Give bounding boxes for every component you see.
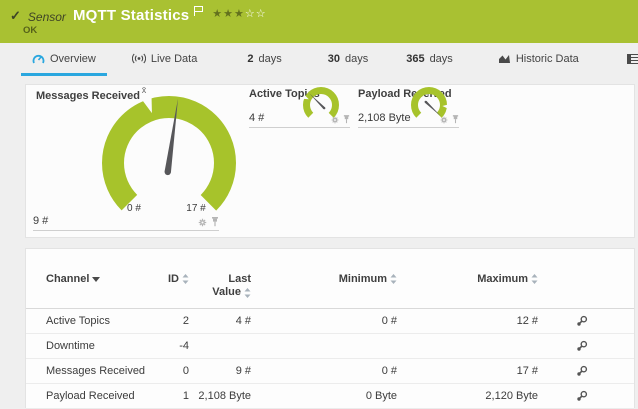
channel-last-value: 2,108 Byte (189, 390, 251, 402)
gauge-current-value: 2,108 Byte (358, 112, 411, 124)
channel-minimum: 0 # (251, 315, 397, 327)
tab-log[interactable]: Log (616, 44, 638, 76)
chart-icon (498, 53, 511, 64)
gauge-icon (32, 53, 45, 65)
channel-gear-icon[interactable] (198, 218, 207, 227)
tab-365-days[interactable]: 365 days (395, 44, 464, 76)
log-table-icon (627, 54, 638, 64)
table-row: Messages Received 0 9 # 0 # 17 # (26, 359, 634, 384)
tab-bar: Overview Live Data 2 days 30 days 365 da… (0, 43, 638, 76)
star-filled-icon[interactable]: ★ (212, 8, 223, 20)
broadcast-icon (132, 53, 146, 64)
sort-icon (390, 274, 397, 284)
gauge-average-marker-label: x̄ (136, 85, 152, 95)
gauge-max-label: 17 # (176, 203, 216, 214)
column-header-last-value[interactable]: Last Value (189, 273, 251, 299)
channel-last-value: 9 # (189, 365, 251, 377)
channel-last-value: 4 # (189, 315, 251, 327)
star-filled-icon[interactable]: ★ (223, 8, 234, 20)
pin-icon[interactable] (452, 115, 459, 124)
status-check-icon: ✓ (10, 8, 21, 24)
channel-settings-wrench-icon[interactable] (576, 365, 588, 377)
channel-settings-wrench-icon[interactable] (576, 340, 588, 352)
channel-maximum: 12 # (397, 315, 538, 327)
gauge-min-label: 0 # (114, 203, 154, 214)
tab-30-days[interactable]: 30 days (317, 44, 380, 76)
pin-icon[interactable] (343, 115, 350, 124)
gauge-current-value: 9 # (33, 215, 48, 227)
sort-caret-icon (92, 277, 100, 282)
channel-id: -4 (164, 340, 189, 352)
channel-name: Active Topics (46, 315, 164, 327)
status-badge: OK (23, 25, 37, 36)
channel-id: 2 (164, 315, 189, 327)
star-empty-icon[interactable]: ☆ (245, 8, 256, 20)
column-header-maximum[interactable]: Maximum (397, 273, 538, 285)
sort-icon (244, 288, 251, 298)
prtg-sensor-page: { "header": { "kind": "Sensor", "title":… (0, 0, 638, 400)
tab-historic-data[interactable]: Historic Data (487, 44, 590, 76)
column-header-channel[interactable]: Channel (46, 273, 164, 285)
channel-gear-icon[interactable] (331, 116, 339, 124)
table-header-row: Channel ID Last Value Minimum (26, 249, 634, 309)
column-header-id[interactable]: ID (164, 273, 189, 285)
channel-name: Downtime (46, 340, 164, 352)
sensor-status-bar: ✓ Sensor MQTT Statistics ★★★☆☆ OK (0, 0, 638, 43)
channel-table-panel: Channel ID Last Value Minimum (25, 248, 635, 408)
pin-icon[interactable] (211, 217, 219, 227)
channel-minimum: 0 Byte (251, 390, 397, 402)
tab-live-data[interactable]: Live Data (121, 44, 208, 76)
messages-received-gauge[interactable] (94, 87, 254, 222)
gauge-footer-topics: 4 # (249, 112, 350, 128)
channel-id: 1 (164, 390, 189, 402)
rating-stars[interactable]: ★★★☆☆ (212, 8, 266, 20)
gauge-footer-payload: 2,108 Byte (358, 112, 459, 128)
tab-overview[interactable]: Overview (21, 44, 107, 76)
channel-minimum: 0 # (251, 365, 397, 377)
channel-name: Payload Received (46, 390, 164, 402)
priority-flag-icon[interactable] (193, 6, 204, 20)
gauge-current-value: 4 # (249, 112, 264, 124)
column-header-minimum[interactable]: Minimum (251, 273, 397, 285)
tab-2-days[interactable]: 2 days (236, 44, 292, 76)
star-filled-icon[interactable]: ★ (234, 8, 245, 20)
gauge-footer-messages: 9 # (33, 215, 219, 231)
sort-icon (182, 274, 189, 284)
table-row: Active Topics 2 4 # 0 # 12 # (26, 309, 634, 334)
overview-gauges-panel: Messages Received x̄ 0 # 17 # 9 # Active… (25, 84, 635, 238)
channel-maximum: 2,120 Byte (397, 390, 538, 402)
channel-settings-wrench-icon[interactable] (576, 315, 588, 327)
channel-gear-icon[interactable] (440, 116, 448, 124)
table-row: Downtime -4 (26, 334, 634, 359)
object-kind-label: Sensor (28, 9, 66, 25)
channel-id: 0 (164, 365, 189, 377)
page-title: MQTT Statistics (73, 7, 189, 25)
channel-settings-wrench-icon[interactable] (576, 390, 588, 402)
sort-icon (531, 274, 538, 284)
star-empty-icon[interactable]: ☆ (256, 8, 267, 20)
channel-name: Messages Received (46, 365, 164, 377)
channel-maximum: 17 # (397, 365, 538, 377)
table-row: Payload Received 1 2,108 Byte 0 Byte 2,1… (26, 384, 634, 409)
